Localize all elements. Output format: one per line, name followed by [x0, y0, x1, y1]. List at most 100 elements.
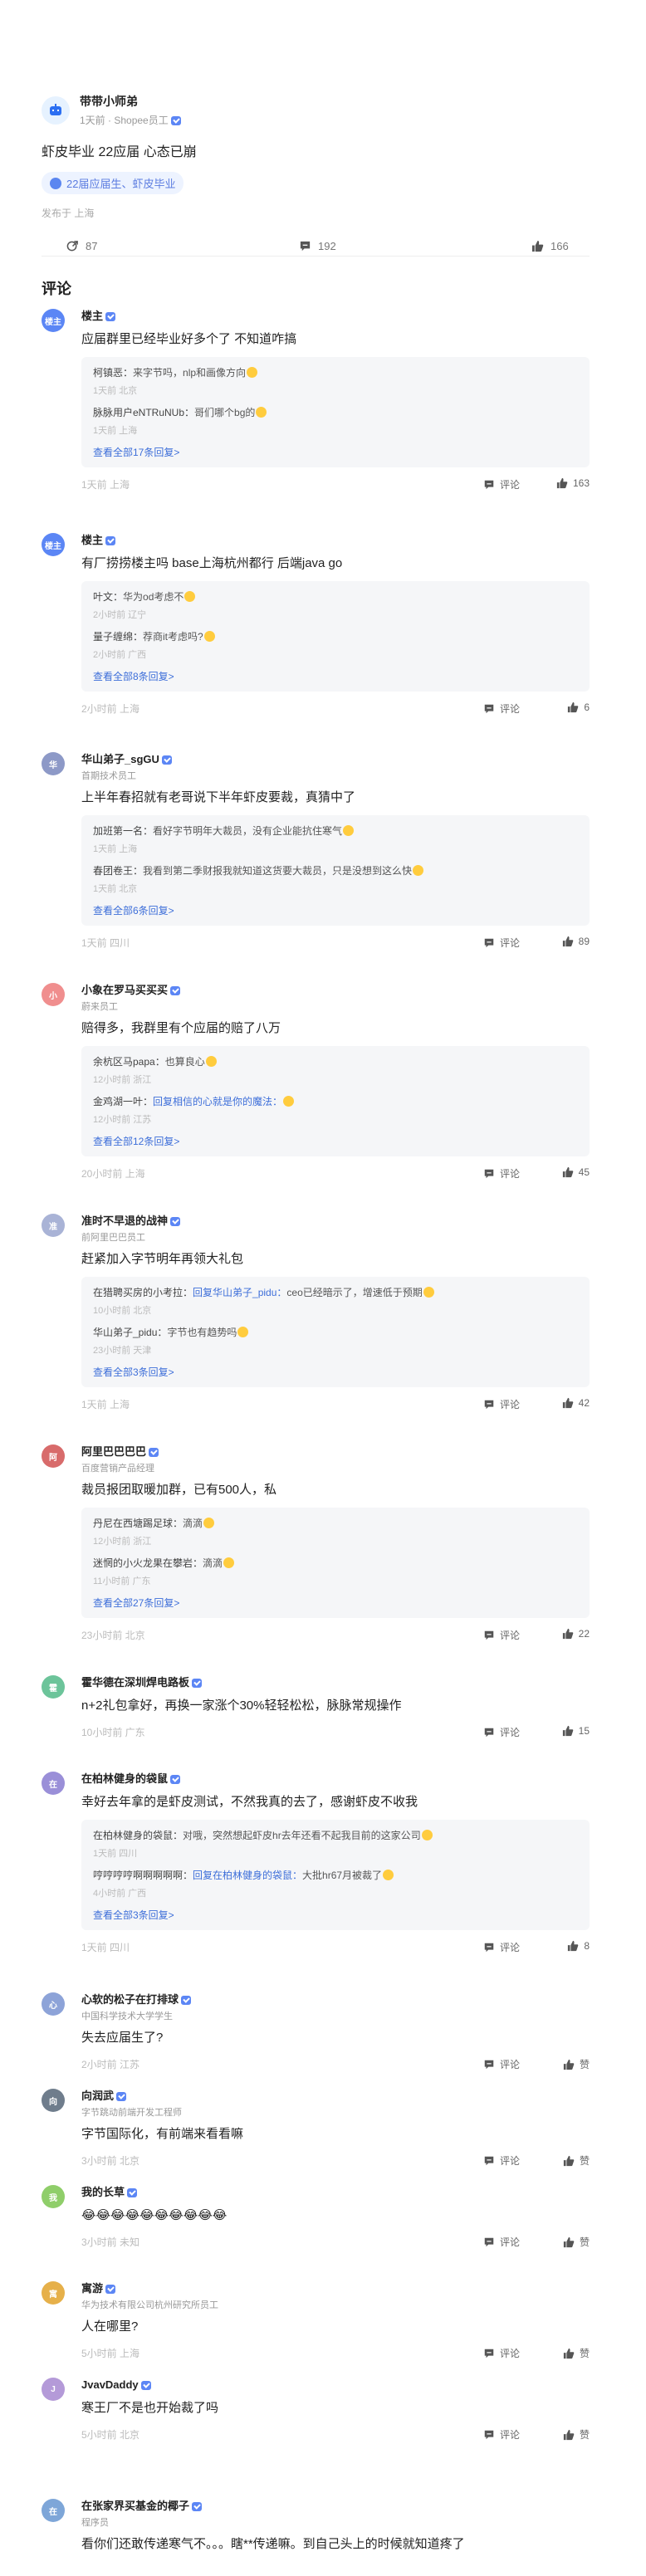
comment-avatar[interactable]: 小 — [42, 983, 65, 1006]
reply-item[interactable]: 迷惘的小火龙果在攀岩：滴滴 11小时前 广东 — [93, 1556, 578, 1587]
reply-item[interactable]: 哼哼哼哼啊啊啊啊啊：回复在柏林健身的袋鼠：大批hr67月被裁了 4小时前 广西 — [93, 1868, 578, 1899]
commenter-name[interactable]: 我的长草 — [81, 2185, 590, 2200]
like-button[interactable]: 42 — [562, 1397, 590, 1409]
like-button[interactable]: 赞 — [563, 2346, 590, 2360]
reply-item[interactable]: 加班第一名：看好字节明年大裁员，没有企业能抗住寒气 1天前 上海 — [93, 824, 578, 855]
reply-author[interactable]: 金鸡湖一叶： — [93, 1096, 153, 1107]
comment-avatar[interactable]: 寓 — [42, 2281, 65, 2305]
view-all-replies-link[interactable]: 查看全部3条回复> — [93, 1908, 578, 1922]
commenter-name[interactable]: 寓游 — [81, 2281, 590, 2296]
reply-author[interactable]: 叶文： — [93, 591, 123, 603]
reply-button[interactable]: 评论 — [483, 936, 520, 950]
reply-item[interactable]: 叶文：华为od考虑不 2小时前 辽宁 — [93, 589, 578, 621]
post-author[interactable]: 带带小师弟 1天前 · Shopee员工 — [42, 93, 590, 127]
view-all-replies-link[interactable]: 查看全部17条回复> — [93, 445, 578, 459]
comment-avatar[interactable]: 心 — [42, 1992, 65, 2016]
like-button[interactable]: 6 — [567, 701, 590, 713]
view-all-replies-link[interactable]: 查看全部8条回复> — [93, 669, 578, 683]
like-button[interactable]: 赞 — [563, 2153, 590, 2168]
commenter-name[interactable]: 在张家界买基金的椰子 — [81, 2499, 590, 2514]
reply-button[interactable]: 评论 — [483, 2427, 520, 2442]
reply-item[interactable]: 量子缠绵：荐商it考虑吗? 2小时前 广西 — [93, 629, 578, 661]
like-button[interactable]: 45 — [562, 1166, 590, 1178]
reply-author[interactable]: 加班第一名： — [93, 825, 153, 837]
reply-item[interactable]: 丹尼在西塘踢足球：滴滴 12小时前 浙江 — [93, 1516, 578, 1547]
like-button[interactable]: 15 — [562, 1725, 590, 1737]
reply-button[interactable]: 评论 — [483, 2346, 520, 2360]
reply-button[interactable]: 评论 — [483, 1166, 520, 1180]
reply-button[interactable]: 评论 — [483, 2153, 520, 2168]
reply-mention[interactable]: 回复相信的心就是你的魔法： — [153, 1096, 282, 1107]
comment-avatar[interactable]: J — [42, 2378, 65, 2401]
commenter-name[interactable]: 心软的松子在打排球 — [81, 1992, 590, 2007]
reply-mention[interactable]: 回复在柏林健身的袋鼠： — [193, 1870, 302, 1881]
comment-avatar[interactable]: 向 — [42, 2089, 65, 2112]
reply-author[interactable]: 华山弟子_pidu： — [93, 1327, 167, 1338]
topic-tag[interactable]: 22届应届生、虾皮毕业 — [42, 172, 184, 194]
like-button[interactable]: 22 — [562, 1628, 590, 1640]
author-avatar[interactable] — [42, 95, 70, 125]
reply-author[interactable]: 在猎聘买房的小考拉： — [93, 1287, 193, 1298]
reply-mention[interactable]: 回复华山弟子_pidu： — [193, 1287, 286, 1298]
commenter-name[interactable]: 楼主 — [81, 533, 590, 548]
view-all-replies-link[interactable]: 查看全部6条回复> — [93, 903, 578, 917]
reply-item[interactable]: 余杭区马papa：也算良心 12小时前 浙江 — [93, 1054, 578, 1086]
reply-author[interactable]: 在柏林健身的袋鼠： — [93, 1830, 183, 1841]
comment-avatar[interactable]: 在 — [42, 2499, 65, 2522]
reply-author[interactable]: 柯镇恶： — [93, 367, 133, 379]
commenter-name[interactable]: 楼主 — [81, 309, 590, 324]
like-button[interactable]: 赞 — [563, 2235, 590, 2249]
reply-item[interactable]: 金鸡湖一叶：回复相信的心就是你的魔法： 12小时前 江苏 — [93, 1094, 578, 1126]
author-name[interactable]: 带带小师弟 — [80, 93, 181, 110]
reply-author[interactable]: 春团卷王： — [93, 865, 143, 877]
reply-item[interactable]: 华山弟子_pidu：字节也有趋势吗 23小时前 天津 — [93, 1325, 578, 1356]
comment-avatar[interactable]: 楼主 — [42, 309, 65, 332]
reply-item[interactable]: 柯镇恶：来字节吗，nlp和画像方向 1天前 北京 — [93, 365, 578, 397]
reply-button[interactable]: 评论 — [483, 2235, 520, 2249]
reply-author[interactable]: 余杭区马papa： — [93, 1056, 165, 1068]
reply-author[interactable]: 脉脉用户eNTRuNUb： — [93, 407, 194, 418]
reply-item[interactable]: 在柏林健身的袋鼠：对哦，突然想起虾皮hr去年还看不起我目前的这家公司 1天前 四川 — [93, 1828, 578, 1860]
reply-button[interactable]: 评论 — [483, 477, 520, 491]
reply-author[interactable]: 丹尼在西塘踢足球： — [93, 1518, 183, 1529]
like-button[interactable]: 166 — [531, 240, 569, 252]
comment-avatar[interactable]: 在 — [42, 1772, 65, 1795]
share-button[interactable]: 87 — [66, 240, 97, 252]
comment-avatar[interactable]: 我 — [42, 2185, 65, 2208]
view-all-replies-link[interactable]: 查看全部12条回复> — [93, 1134, 578, 1148]
commenter-name[interactable]: JvavDaddy — [81, 2378, 590, 2393]
commenter-name[interactable]: 准时不早退的战神 — [81, 1214, 590, 1229]
reply-button[interactable]: 评论 — [483, 1940, 520, 1954]
like-button[interactable]: 赞 — [563, 2057, 590, 2071]
commenter-name[interactable]: 向润武 — [81, 2089, 590, 2104]
comment-button[interactable]: 192 — [299, 240, 336, 252]
reply-button[interactable]: 评论 — [483, 701, 520, 716]
comment-avatar[interactable]: 华 — [42, 752, 65, 775]
commenter-name[interactable]: 小象在罗马买买买 — [81, 983, 590, 998]
commenter-name[interactable]: 霍华德在深圳焊电路板 — [81, 1675, 590, 1690]
reply-button[interactable]: 评论 — [483, 1725, 520, 1739]
view-all-replies-link[interactable]: 查看全部3条回复> — [93, 1365, 578, 1379]
comment-avatar[interactable]: 准 — [42, 1214, 65, 1237]
reply-author[interactable]: 迷惘的小火龙果在攀岩： — [93, 1557, 203, 1569]
reply-item[interactable]: 春团卷王：我看到第二季财报我就知道这货要大裁员，只是没想到这么快 1天前 北京 — [93, 863, 578, 895]
commenter-name[interactable]: 阿里巴巴巴巴 — [81, 1444, 590, 1459]
comment-avatar[interactable]: 楼主 — [42, 533, 65, 556]
like-button[interactable]: 89 — [562, 936, 590, 947]
comment-avatar[interactable]: 霍 — [42, 1675, 65, 1699]
reply-button[interactable]: 评论 — [483, 1397, 520, 1411]
like-button[interactable]: 163 — [556, 477, 590, 489]
reply-label: 评论 — [499, 703, 520, 715]
commenter-name[interactable]: 在柏林健身的袋鼠 — [81, 1772, 590, 1787]
comment-avatar[interactable]: 阿 — [42, 1444, 65, 1468]
reply-author[interactable]: 哼哼哼哼啊啊啊啊啊： — [93, 1870, 193, 1881]
like-button[interactable]: 8 — [567, 1940, 590, 1952]
reply-button[interactable]: 评论 — [483, 2057, 520, 2071]
commenter-name[interactable]: 华山弟子_sgGU — [81, 752, 590, 767]
view-all-replies-link[interactable]: 查看全部27条回复> — [93, 1596, 578, 1610]
reply-author[interactable]: 量子缠绵： — [93, 631, 143, 643]
like-button[interactable]: 赞 — [563, 2427, 590, 2442]
reply-item[interactable]: 脉脉用户eNTRuNUb：哥们哪个bg的 1天前 上海 — [93, 405, 578, 437]
reply-item[interactable]: 在猎聘买房的小考拉：回复华山弟子_pidu：ceo已经暗示了，增速低于预期 10小… — [93, 1285, 578, 1317]
reply-button[interactable]: 评论 — [483, 1628, 520, 1642]
